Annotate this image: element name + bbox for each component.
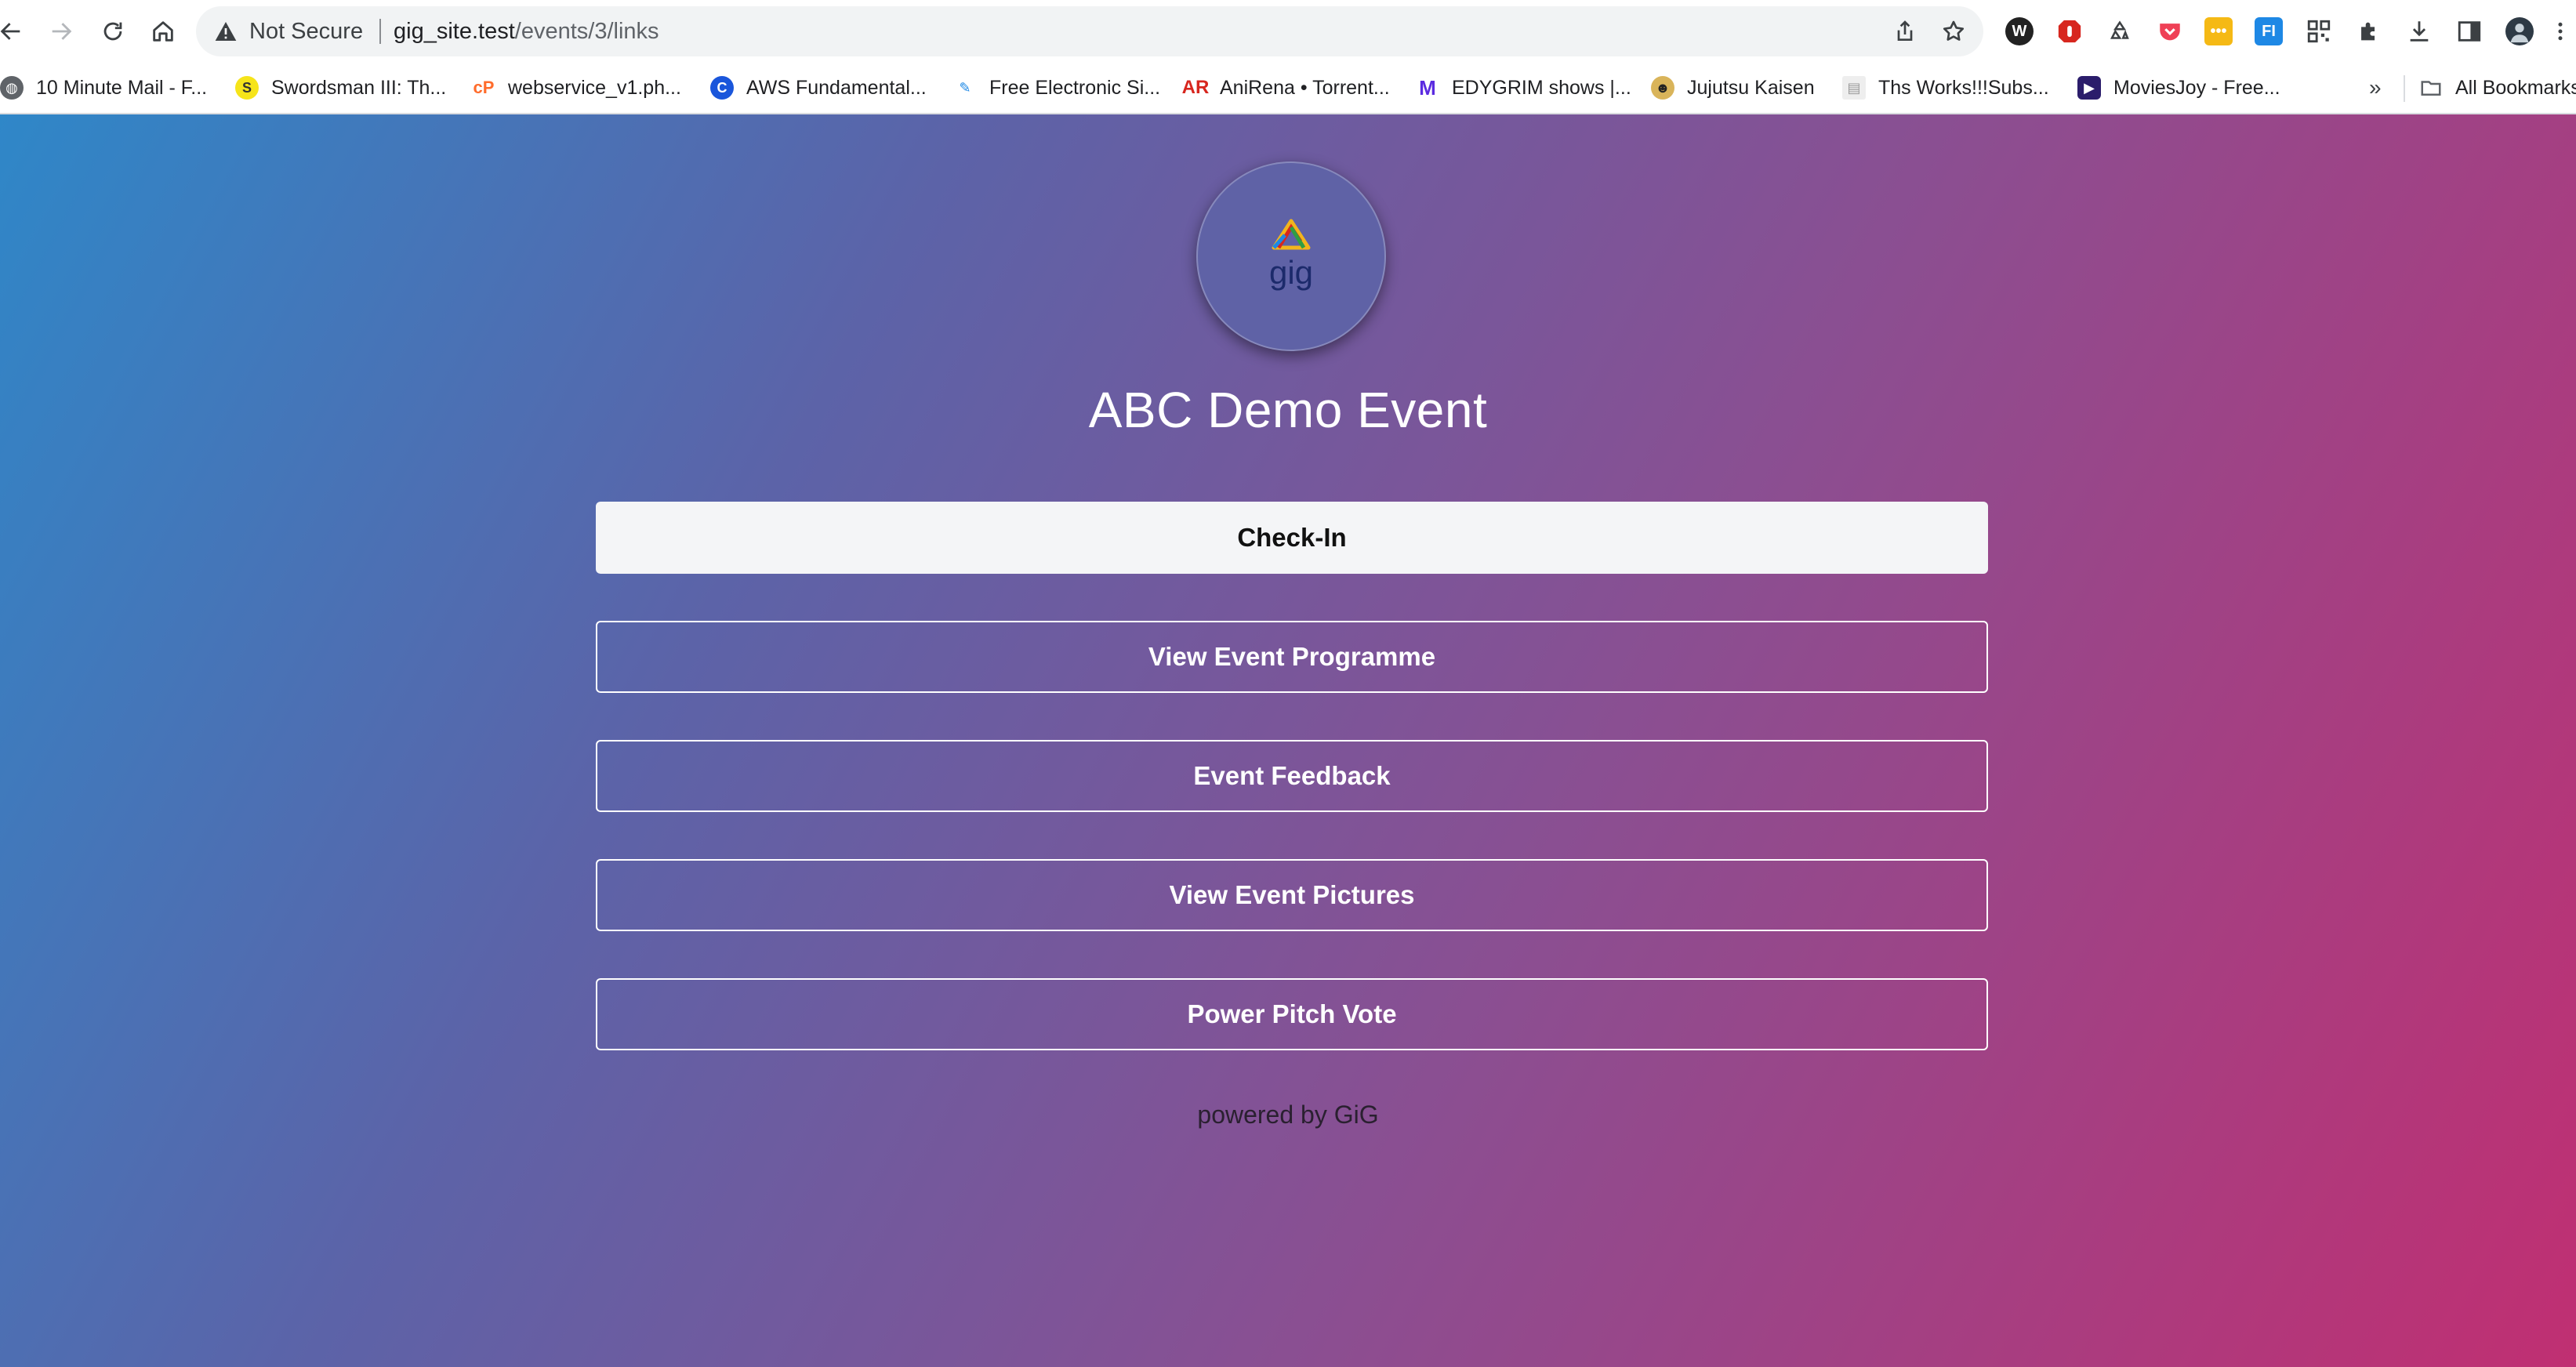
url-host: gig_site.test bbox=[394, 19, 515, 44]
dots-extension-icon[interactable]: ••• bbox=[2204, 17, 2233, 45]
bookmarks-bar: ◍ 10 Minute Mail - F... S Swordsman III:… bbox=[0, 63, 2576, 114]
logo-text: gig bbox=[1269, 254, 1313, 291]
download-icon bbox=[2410, 21, 2429, 42]
page-icon: ▤ bbox=[1842, 76, 1866, 100]
address-bar[interactable]: Not Secure gig_site.test/events/3/links bbox=[196, 6, 1983, 56]
side-panel-icon bbox=[2458, 21, 2481, 42]
extensions-button[interactable] bbox=[2355, 17, 2383, 45]
security-label[interactable]: Not Secure bbox=[249, 6, 363, 56]
bookmark-item[interactable]: ✎ Free Electronic Si... bbox=[953, 63, 1160, 113]
bookmark-label: AniRena • Torrent... bbox=[1220, 76, 1390, 99]
qr-code-icon bbox=[2307, 20, 2331, 43]
folder-icon bbox=[2421, 81, 2441, 96]
side-panel-button[interactable] bbox=[2455, 17, 2483, 45]
powered-by-footer: powered by GiG bbox=[1197, 1100, 1379, 1129]
adblock-extension-icon[interactable] bbox=[2055, 17, 2084, 45]
avatar-icon bbox=[2510, 24, 2529, 43]
back-arrow-icon bbox=[0, 23, 20, 40]
coursera-icon: C bbox=[710, 76, 734, 100]
bookmark-label: Swordsman III: Th... bbox=[271, 76, 447, 99]
bookmark-label: AWS Fundamental... bbox=[746, 76, 927, 99]
bookmark-item[interactable]: S Swordsman III: Th... bbox=[235, 63, 446, 113]
reload-icon bbox=[103, 22, 122, 41]
home-icon bbox=[153, 21, 173, 42]
forward-arrow-icon bbox=[52, 23, 72, 40]
bookmark-label: Ths Works!!!Subs... bbox=[1878, 76, 2049, 99]
bookmark-item[interactable]: ☻ Jujutsu Kaisen bbox=[1651, 63, 1815, 113]
bookmark-item[interactable]: ◍ 10 Minute Mail - F... bbox=[0, 63, 207, 113]
url-path: /events/3/links bbox=[514, 19, 659, 44]
event-title: ABC Demo Event bbox=[1088, 382, 1488, 438]
recycle-icon bbox=[2110, 20, 2129, 39]
pocket-extension-icon[interactable] bbox=[2156, 17, 2184, 45]
event-feedback-button[interactable]: Event Feedback bbox=[596, 740, 1988, 812]
profile-avatar[interactable] bbox=[2505, 17, 2534, 45]
forward-button[interactable] bbox=[41, 11, 82, 52]
fi-extension-icon[interactable]: FI bbox=[2255, 17, 2283, 45]
bookmark-label: Free Electronic Si... bbox=[989, 76, 1161, 99]
puzzle-icon bbox=[2361, 22, 2375, 41]
ar-icon: AR bbox=[1181, 77, 1210, 98]
cpanel-icon: cP bbox=[473, 78, 495, 97]
bookmark-label: MoviesJoy - Free... bbox=[2113, 76, 2280, 99]
recycle-extension-icon[interactable] bbox=[2106, 17, 2134, 45]
check-in-button[interactable]: Check-In bbox=[596, 502, 1988, 574]
browser-window: Not Secure gig_site.test/events/3/links … bbox=[0, 0, 2576, 1367]
bookmark-item[interactable]: cP webservice_v1.ph... bbox=[472, 63, 681, 113]
qr-extension-icon[interactable] bbox=[2305, 17, 2333, 45]
bookmark-label: 10 Minute Mail - F... bbox=[36, 76, 208, 99]
url-text[interactable]: gig_site.test/events/3/links bbox=[394, 6, 659, 56]
downloads-button[interactable] bbox=[2405, 17, 2433, 45]
home-button[interactable] bbox=[143, 11, 183, 52]
pocket-icon bbox=[2160, 24, 2180, 41]
reload-button[interactable] bbox=[93, 11, 133, 52]
hand-stop-icon bbox=[2058, 20, 2081, 43]
m-icon: M bbox=[1419, 75, 1436, 100]
all-bookmarks-label: All Bookmarks bbox=[2455, 76, 2576, 99]
bookmarks-overflow-button[interactable]: » bbox=[2369, 63, 2382, 113]
view-event-pictures-button[interactable]: View Event Pictures bbox=[596, 859, 1988, 931]
address-divider bbox=[379, 19, 381, 44]
back-button[interactable] bbox=[0, 11, 31, 52]
view-event-programme-button[interactable]: View Event Programme bbox=[596, 621, 1988, 693]
browser-toolbar: Not Secure gig_site.test/events/3/links … bbox=[0, 0, 2576, 63]
warning-icon bbox=[215, 22, 237, 41]
bookmark-item[interactable]: M EDYGRIM shows |... bbox=[1416, 63, 1631, 113]
bookmark-label: EDYGRIM shows |... bbox=[1452, 76, 1631, 99]
bookmark-label: webservice_v1.ph... bbox=[508, 76, 681, 99]
globe-icon: ◍ bbox=[0, 76, 24, 100]
movie-icon: ▶ bbox=[2077, 76, 2101, 100]
pen-icon: ✎ bbox=[959, 79, 971, 96]
bookmark-item[interactable]: ▶ MoviesJoy - Free... bbox=[2077, 63, 2280, 113]
kebab-menu-icon bbox=[2558, 22, 2563, 41]
all-bookmarks-button[interactable]: All Bookmarks bbox=[2419, 63, 2576, 113]
gig-logo: gig bbox=[1269, 219, 1313, 291]
wordpress-extension-icon[interactable]: W bbox=[2005, 17, 2034, 45]
bookmarks-separator bbox=[2404, 75, 2405, 102]
event-links-page: gig ABC Demo Event Check-In View Event P… bbox=[0, 114, 2576, 1367]
bookmark-item[interactable]: AR AniRena • Torrent... bbox=[1181, 63, 1390, 113]
power-pitch-vote-button[interactable]: Power Pitch Vote bbox=[596, 978, 1988, 1050]
anime-icon: ☻ bbox=[1651, 76, 1674, 100]
bookmark-label: Jujutsu Kaisen bbox=[1687, 76, 1815, 99]
bookmark-item[interactable]: C AWS Fundamental... bbox=[710, 63, 927, 113]
bookmark-item[interactable]: ▤ Ths Works!!!Subs... bbox=[1842, 63, 2049, 113]
browser-menu-button[interactable] bbox=[2552, 17, 2568, 45]
s-badge-icon: S bbox=[235, 76, 259, 100]
share-icon[interactable] bbox=[1892, 19, 1917, 44]
bookmark-star-icon[interactable] bbox=[1941, 19, 1966, 44]
